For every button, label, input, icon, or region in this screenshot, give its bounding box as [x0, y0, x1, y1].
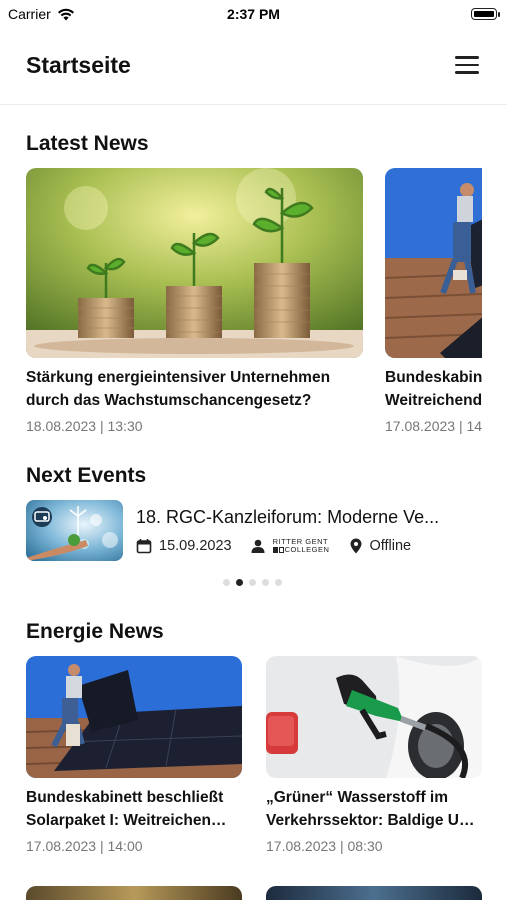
- energie-news-heading: Energie News: [26, 620, 164, 643]
- news-title: Stärkung energieintensiver Unternehmen d…: [26, 369, 331, 409]
- energie-news-card-next[interactable]: [26, 886, 242, 900]
- app-header: Startseite: [0, 40, 507, 105]
- news-image-solar: [385, 168, 482, 358]
- energie-news-card-next[interactable]: [266, 886, 482, 900]
- next-events-heading: Next Events: [26, 464, 147, 487]
- latest-news-heading: Latest News: [26, 132, 149, 155]
- battery-icon: [471, 8, 500, 20]
- status-time: 2:37 PM: [227, 6, 280, 22]
- pager-dot[interactable]: [275, 579, 282, 586]
- news-date: 18.08.2023 | 13:30: [26, 418, 143, 434]
- news-date: 17.08.2023 | 14:00: [26, 838, 143, 854]
- event-date: 15.09.2023: [159, 538, 232, 554]
- pager-dot[interactable]: [249, 579, 256, 586]
- event-title: 18. RGC-Kanzleiforum: Moderne Ve...: [136, 507, 440, 527]
- news-title: „Grüner“ Wasserstoff im Verkehrssektor: …: [266, 789, 475, 829]
- status-bar: Carrier 2:37 PM: [0, 0, 507, 30]
- events-pager[interactable]: [223, 579, 282, 586]
- event-item[interactable]: 18. RGC-Kanzleiforum: Moderne Ve... 15.0…: [26, 500, 496, 562]
- pager-dot[interactable]: [262, 579, 269, 586]
- energie-news-card[interactable]: Bundeskabinett beschließt Solarpaket I: …: [26, 656, 242, 854]
- location-pin-icon: [350, 538, 362, 554]
- news-title: Bundeskabinett beschließt Solarpaket I: …: [26, 789, 227, 829]
- event-image: [26, 500, 123, 561]
- news-image-coins: [26, 168, 363, 358]
- menu-icon[interactable]: [455, 56, 479, 74]
- calendar-icon: [136, 539, 152, 554]
- news-date: 17.08.2023 | 14: [385, 418, 482, 434]
- page-title: Startseite: [26, 52, 131, 78]
- news-image-hydrogen: [266, 656, 482, 778]
- news-image-solar-roof: [26, 656, 242, 778]
- pager-dot[interactable]: [223, 579, 230, 586]
- latest-news-card[interactable]: Stärkung energieintensiver Unternehmen d…: [26, 168, 364, 434]
- event-meta: 15.09.2023 RITTER GENT COLLEGEN Offline: [136, 538, 411, 554]
- energie-news-card[interactable]: „Grüner“ Wasserstoff im Verkehrssektor: …: [266, 656, 482, 854]
- event-location: Offline: [369, 538, 412, 554]
- pager-dot-active[interactable]: [236, 579, 243, 586]
- news-date: 17.08.2023 | 08:30: [266, 838, 383, 854]
- organizer-logo: RITTER GENT COLLEGEN: [272, 537, 330, 554]
- person-icon: [251, 539, 265, 553]
- latest-news-card-partial[interactable]: Bundeskabin Weitreichend 17.08.2023 | 14: [385, 168, 482, 434]
- news-title: Bundeskabin Weitreichend: [385, 369, 482, 409]
